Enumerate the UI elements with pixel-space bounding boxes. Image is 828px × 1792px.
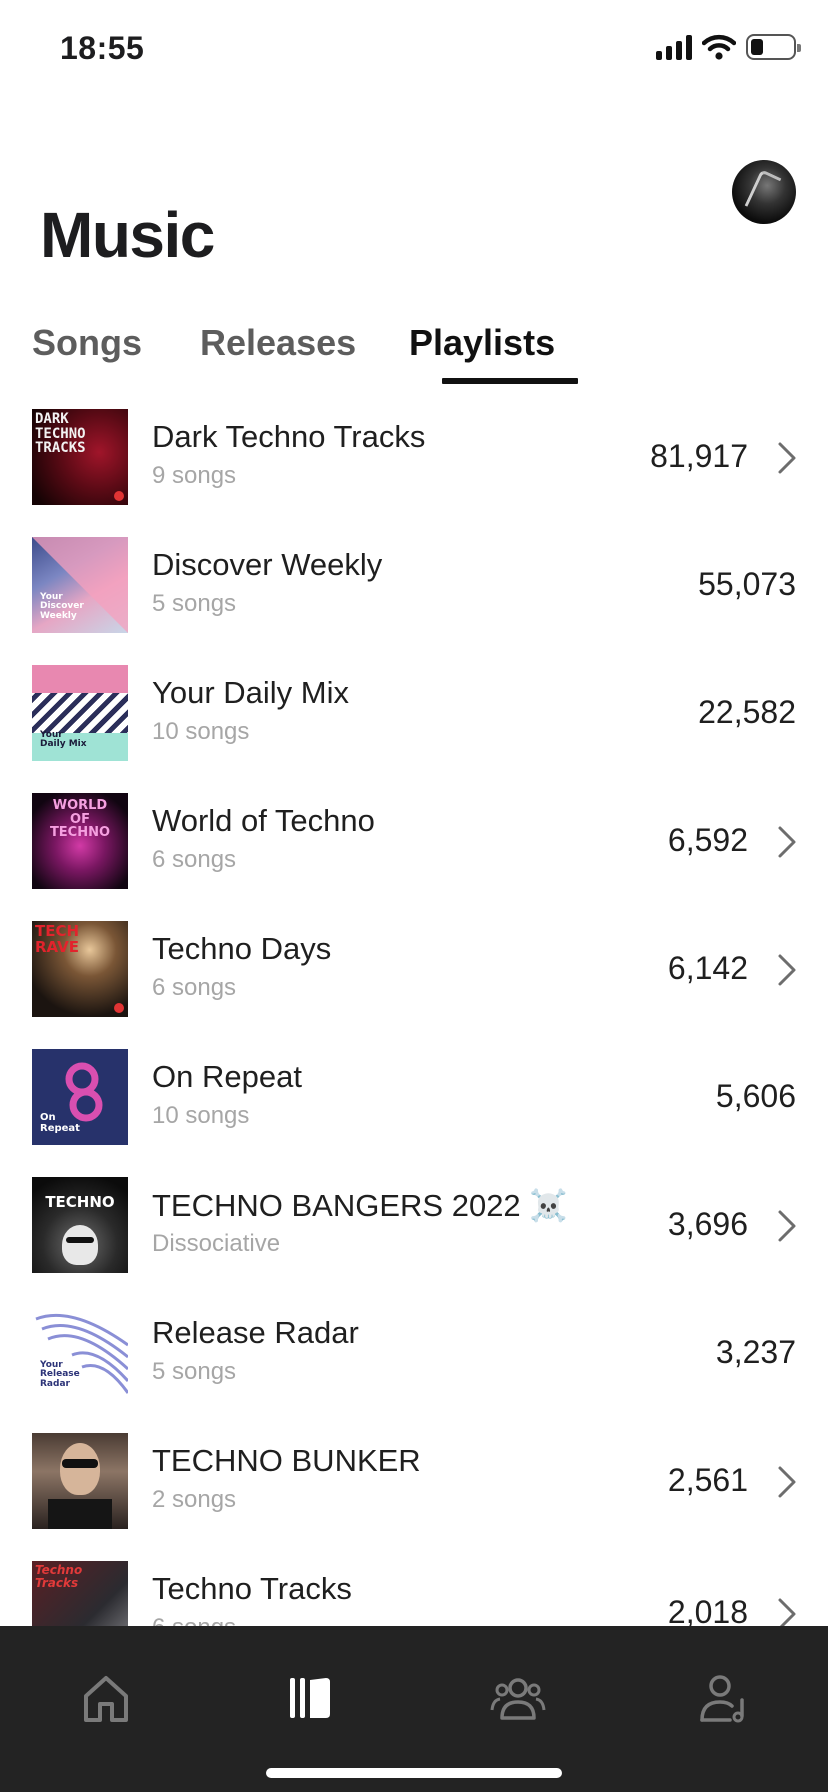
playlist-cover: DARK TECHNO TRACKS	[32, 409, 128, 505]
chevron-right-icon	[778, 954, 796, 986]
playlist-cover: TECH RAVE	[32, 921, 128, 1017]
chevron-right-icon	[778, 1210, 796, 1242]
playlist-count: 6,592	[667, 822, 748, 858]
status-bar: 18:55	[0, 0, 828, 100]
playlist-subtitle: 6 songs	[152, 846, 237, 873]
playlist-count: 6,142	[667, 950, 748, 986]
playlist-count: 22,582	[698, 694, 796, 730]
status-icons	[656, 34, 801, 60]
cover-text: Your Release Radar	[40, 1360, 80, 1389]
cover-text: TECH RAVE	[35, 922, 80, 956]
playlist-subtitle: 10 songs	[152, 1102, 250, 1129]
tab-playlists[interactable]: Playlists	[409, 322, 555, 364]
playlist-cover	[32, 1433, 128, 1529]
playlist-count: 3,237	[715, 1334, 796, 1370]
battery-icon	[746, 34, 801, 60]
bottom-nav	[0, 1626, 828, 1792]
playlist-count: 55,073	[698, 566, 796, 602]
cover-text: Your Discover Weekly	[40, 592, 84, 621]
playlist-subtitle: 6 songs	[152, 974, 237, 1001]
playlist-title: TECHNO BANGERS 2022 ☠️	[152, 1188, 568, 1223]
playlist-title: On Repeat	[152, 1059, 302, 1094]
playlist-cover: Your Daily Mix	[32, 665, 128, 761]
playlist-cover: TECHNO	[32, 1177, 128, 1273]
active-tab-indicator	[442, 378, 578, 384]
playlist-row[interactable]: TECHNO TECHNO BANGERS 2022 ☠️ Dissociati…	[0, 1168, 828, 1296]
playlist-title: Techno Days	[152, 931, 332, 966]
chevron-right-icon	[778, 1466, 796, 1498]
playlist-cover: Your Discover Weekly	[32, 537, 128, 633]
cover-text: WORLD OF TECHNO	[49, 798, 111, 841]
cellular-signal-icon	[656, 34, 692, 60]
playlist-count: 3,696	[667, 1206, 748, 1242]
playlist-row[interactable]: Your Release Radar Release Radar 5 songs…	[0, 1296, 828, 1424]
playlist-subtitle: 9 songs	[152, 462, 237, 489]
library-icon[interactable]	[282, 1670, 338, 1726]
chevron-right-icon	[778, 442, 796, 474]
playlist-row[interactable]: TECHNO BUNKER 2 songs 2,561	[0, 1424, 828, 1552]
playlist-title: Discover Weekly	[152, 547, 383, 582]
chevron-right-icon	[778, 826, 796, 858]
cover-text: On Repeat	[40, 1112, 80, 1134]
playlist-cover: Your Release Radar	[32, 1305, 128, 1401]
artist-icon[interactable]	[696, 1670, 752, 1726]
playlist-title: Techno Tracks	[152, 1571, 352, 1606]
status-time: 18:55	[60, 30, 145, 66]
playlist-row[interactable]: WORLD OF TECHNO World of Techno 6 songs …	[0, 784, 828, 912]
home-icon[interactable]	[78, 1670, 134, 1726]
playlist-count: 2,561	[667, 1462, 748, 1498]
playlist-row[interactable]: On Repeat On Repeat 10 songs 5,606	[0, 1040, 828, 1168]
page-title: Music	[40, 199, 215, 271]
playlist-title: Dark Techno Tracks	[152, 419, 426, 454]
profile-avatar[interactable]	[732, 160, 796, 224]
playlist-cover: On Repeat	[32, 1049, 128, 1145]
playlist-row[interactable]: Your Daily Mix Your Daily Mix 10 songs 2…	[0, 656, 828, 784]
playlist-title: TECHNO BUNKER	[152, 1443, 421, 1478]
tab-bar: Songs Releases Playlists	[32, 322, 812, 384]
playlist-subtitle: 10 songs	[152, 718, 250, 745]
playlist-count: 5,606	[715, 1078, 796, 1114]
home-indicator	[266, 1768, 562, 1778]
tab-releases[interactable]: Releases	[200, 322, 356, 364]
playlist-row[interactable]: DARK TECHNO TRACKS Dark Techno Tracks 9 …	[0, 400, 828, 528]
cover-text: DARK TECHNO TRACKS	[35, 411, 86, 457]
cover-text: Techno Tracks	[35, 1563, 83, 1590]
cover-text: Your Daily Mix	[40, 730, 87, 750]
playlist-count: 81,917	[650, 438, 748, 474]
playlist-cover: WORLD OF TECHNO	[32, 793, 128, 889]
playlist-subtitle: 5 songs	[152, 590, 237, 617]
playlist-subtitle: 2 songs	[152, 1486, 237, 1513]
wifi-icon	[702, 34, 736, 60]
playlist-title: Your Daily Mix	[152, 675, 349, 710]
playlist-title: Release Radar	[152, 1315, 359, 1350]
people-icon[interactable]	[490, 1670, 546, 1726]
tab-songs[interactable]: Songs	[32, 322, 142, 364]
playlist-row[interactable]: TECH RAVE Techno Days 6 songs 6,142	[0, 912, 828, 1040]
playlist-row[interactable]: Your Discover Weekly Discover Weekly 5 s…	[0, 528, 828, 656]
cover-text: TECHNO	[45, 1193, 115, 1211]
playlist-subtitle: 5 songs	[152, 1358, 237, 1385]
playlist-title: World of Techno	[152, 803, 375, 838]
playlist-subtitle: Dissociative	[152, 1230, 281, 1257]
